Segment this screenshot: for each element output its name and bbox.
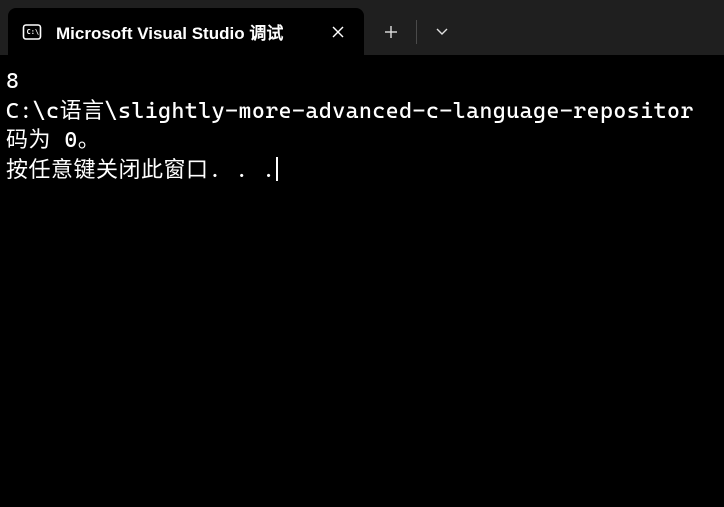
plus-icon — [384, 25, 398, 39]
cursor — [276, 157, 278, 181]
new-tab-button[interactable] — [370, 14, 412, 50]
divider — [416, 20, 417, 44]
tab-dropdown-button[interactable] — [421, 14, 463, 50]
output-line: 8 — [6, 69, 19, 94]
tab-controls — [370, 8, 463, 55]
titlebar: C:\ Microsoft Visual Studio 调试 — [0, 0, 724, 55]
close-icon — [331, 25, 345, 39]
tab-title: Microsoft Visual Studio 调试 — [56, 19, 316, 44]
active-tab[interactable]: C:\ Microsoft Visual Studio 调试 — [8, 8, 364, 55]
terminal-output[interactable]: 8 C:\c语言\slightly-more-advanced-c-langua… — [0, 55, 724, 198]
console-icon: C:\ — [22, 22, 42, 42]
output-line: 按任意键关闭此窗口. . . — [6, 158, 275, 183]
svg-text:C:\: C:\ — [27, 28, 40, 36]
output-line: C:\c语言\slightly-more-advanced-c-language… — [6, 99, 694, 124]
output-line: 码为 0。 — [6, 128, 100, 153]
chevron-down-icon — [435, 27, 449, 36]
tab-close-button[interactable] — [324, 18, 352, 46]
